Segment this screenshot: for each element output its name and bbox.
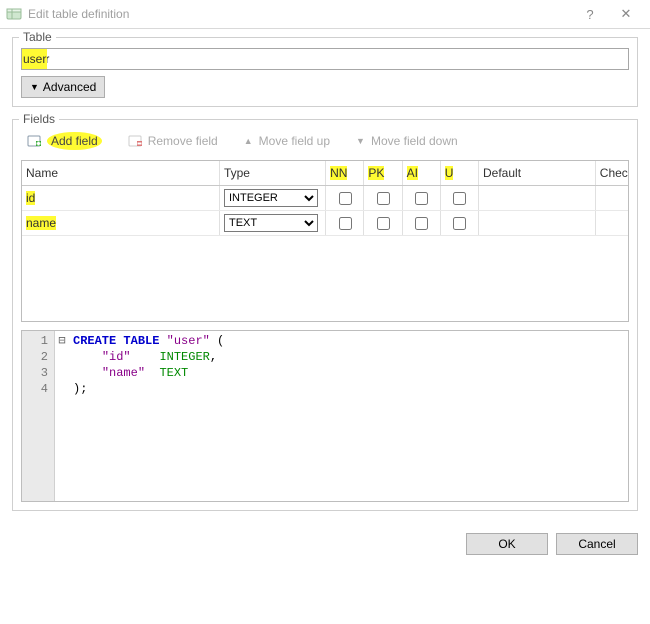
- fields-toolbar: Add field Remove field ▲ Move field up ▼…: [21, 126, 629, 160]
- col-header-default[interactable]: Default: [479, 161, 596, 186]
- default-cell[interactable]: [479, 186, 596, 211]
- add-field-button[interactable]: Add field: [23, 130, 106, 152]
- u-checkbox[interactable]: [453, 217, 466, 230]
- app-icon: [6, 6, 22, 22]
- col-header-type[interactable]: Type: [219, 161, 325, 186]
- field-name: id: [26, 191, 35, 205]
- grid-header-row: Name Type NN PK AI U Default Check: [22, 161, 629, 186]
- sql-line-gutter: 1 2 3 4: [22, 331, 55, 501]
- check-cell[interactable]: [595, 186, 629, 211]
- table-row[interactable]: id INTEGERTEXTBLOBREALNUMERIC: [22, 186, 629, 211]
- nn-checkbox[interactable]: [339, 217, 352, 230]
- fold-icon[interactable]: ⊟: [55, 333, 69, 349]
- field-name: name: [26, 216, 56, 230]
- default-cell[interactable]: [479, 211, 596, 236]
- sql-text[interactable]: CREATE TABLE "user" ( "id" INTEGER, "nam…: [69, 331, 224, 501]
- move-down-label: Move field down: [371, 134, 458, 148]
- remove-field-label: Remove field: [148, 134, 218, 148]
- col-header-nn[interactable]: NN: [326, 161, 364, 186]
- ok-button[interactable]: OK: [466, 533, 548, 555]
- table-group: Table user ▼ Advanced: [12, 37, 638, 107]
- col-header-u[interactable]: U: [440, 161, 478, 186]
- ai-checkbox[interactable]: [415, 217, 428, 230]
- dialog-button-row: OK Cancel: [0, 523, 650, 555]
- arrow-down-icon: ▼: [356, 136, 365, 146]
- move-up-button[interactable]: ▲ Move field up: [240, 130, 334, 152]
- type-select[interactable]: INTEGERTEXTBLOBREALNUMERIC: [224, 214, 318, 232]
- sql-preview: 1 2 3 4 ⊟ CREATE TABLE "user" ( "id" INT…: [21, 330, 629, 502]
- pk-checkbox[interactable]: [377, 192, 390, 205]
- check-cell[interactable]: [595, 211, 629, 236]
- advanced-button[interactable]: ▼ Advanced: [21, 76, 105, 98]
- col-header-name[interactable]: Name: [22, 161, 219, 186]
- title-bar: Edit table definition ? ✕: [0, 0, 650, 29]
- move-down-button[interactable]: ▼ Move field down: [352, 130, 462, 152]
- fields-group: Fields Add field Remove field ▲ Move fie…: [12, 119, 638, 511]
- advanced-label: Advanced: [43, 80, 96, 94]
- fields-group-label: Fields: [19, 112, 59, 126]
- col-header-check[interactable]: Check: [595, 161, 629, 186]
- remove-field-button[interactable]: Remove field: [124, 130, 222, 152]
- close-button[interactable]: ✕: [608, 6, 644, 22]
- window-title: Edit table definition: [28, 7, 572, 21]
- col-header-pk[interactable]: PK: [364, 161, 402, 186]
- nn-checkbox[interactable]: [339, 192, 352, 205]
- arrow-up-icon: ▲: [244, 136, 253, 146]
- table-name-input[interactable]: [21, 48, 629, 70]
- sql-fold-gutter: ⊟: [55, 331, 69, 501]
- move-up-label: Move field up: [259, 134, 330, 148]
- remove-icon: [128, 134, 142, 148]
- grid-horizontal-scrollbar[interactable]: [22, 304, 628, 321]
- cancel-button[interactable]: Cancel: [556, 533, 638, 555]
- help-button[interactable]: ?: [572, 7, 608, 22]
- type-select[interactable]: INTEGERTEXTBLOBREALNUMERIC: [224, 189, 318, 207]
- fields-grid: Name Type NN PK AI U Default Check id INT…: [21, 160, 629, 322]
- u-checkbox[interactable]: [453, 192, 466, 205]
- add-icon: [27, 134, 41, 148]
- ai-checkbox[interactable]: [415, 192, 428, 205]
- add-field-label: Add field: [47, 132, 102, 150]
- chevron-down-icon: ▼: [30, 82, 39, 92]
- pk-checkbox[interactable]: [377, 217, 390, 230]
- col-header-ai[interactable]: AI: [402, 161, 440, 186]
- table-row[interactable]: name INTEGERTEXTBLOBREALNUMERIC: [22, 211, 629, 236]
- table-group-label: Table: [19, 30, 56, 44]
